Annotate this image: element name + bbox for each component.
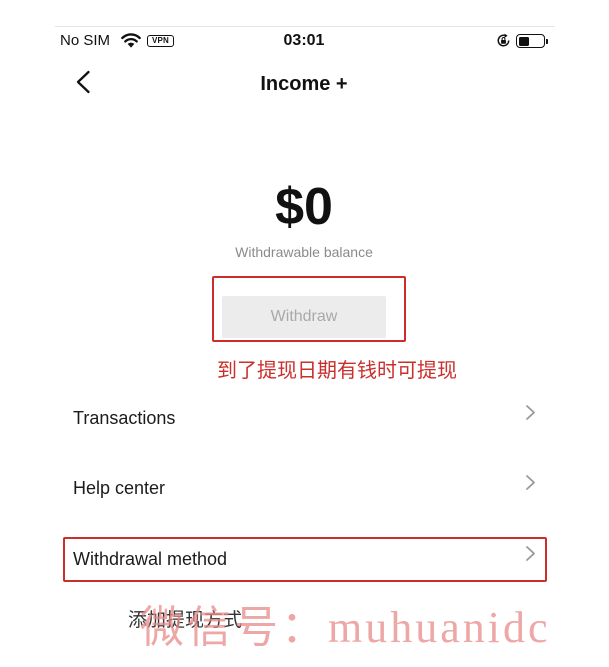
balance-label: Withdrawable balance xyxy=(235,244,373,260)
carrier-label: No SIM xyxy=(60,32,111,49)
page-title: Income + xyxy=(260,73,348,95)
menu-item-help-center[interactable]: Help center xyxy=(63,466,547,511)
annotation-method-note: 添加提现方式 xyxy=(128,609,243,631)
vpn-badge: VPN xyxy=(147,35,174,47)
annotation-withdraw-note: 到了提现日期有钱时可提现 xyxy=(217,358,457,382)
chevron-right-icon xyxy=(525,474,536,491)
orientation-lock-icon xyxy=(496,33,511,48)
status-time: 03:01 xyxy=(283,32,325,49)
menu-item-label: Help center xyxy=(73,478,166,498)
chevron-left-icon xyxy=(75,70,91,99)
menu-item-label: Transactions xyxy=(73,408,176,428)
menu-item-withdrawal-method[interactable]: Withdrawal method xyxy=(63,537,547,582)
battery-fill xyxy=(518,36,530,46)
chevron-right-icon xyxy=(525,545,536,562)
battery-nub xyxy=(546,38,548,44)
screen-top-edge xyxy=(55,26,555,27)
battery-icon xyxy=(516,34,550,48)
withdraw-button[interactable]: Withdraw xyxy=(222,296,386,338)
wifi-icon xyxy=(121,33,141,48)
battery-body xyxy=(516,34,545,48)
back-button[interactable] xyxy=(70,68,96,100)
balance-amount: $0 xyxy=(275,178,333,236)
menu-item-transactions[interactable]: Transactions xyxy=(63,396,547,441)
menu-item-label: Withdrawal method xyxy=(73,549,228,569)
chevron-right-icon xyxy=(525,404,536,421)
